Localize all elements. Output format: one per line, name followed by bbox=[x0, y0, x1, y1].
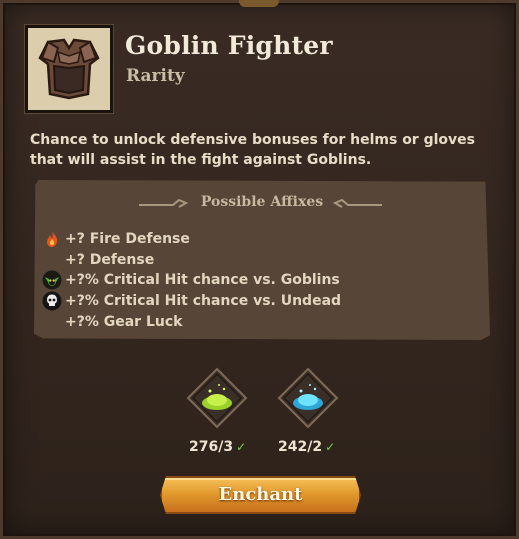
affix-text: +?% Critical Hit chance vs. Undead bbox=[65, 293, 342, 309]
material-count: 276/3 ✓ bbox=[189, 439, 246, 455]
check-icon: ✓ bbox=[236, 440, 247, 454]
affix-text: +? Defense bbox=[65, 252, 155, 268]
affix-text: +?% Critical Hit chance vs. Goblins bbox=[65, 272, 340, 288]
item-title: Goblin Fighter bbox=[125, 31, 333, 60]
enchant-button[interactable]: Enchant bbox=[160, 476, 361, 514]
header-ornament-right-icon bbox=[332, 198, 382, 208]
material-count: 242/2 ✓ bbox=[278, 439, 335, 455]
panel-notch bbox=[239, 0, 279, 7]
goblin-icon bbox=[42, 270, 62, 290]
material-count-value: 276/3 bbox=[189, 439, 234, 455]
affix-list-box: Possible Affixes +? Fire Defense +? Defe… bbox=[34, 180, 490, 340]
item-icon-frame bbox=[25, 25, 113, 113]
affix-text: +? Fire Defense bbox=[65, 231, 190, 247]
fire-icon bbox=[47, 231, 58, 247]
affix-header: Possible Affixes bbox=[200, 194, 324, 210]
affix-text: +?% Gear Luck bbox=[65, 314, 183, 330]
skull-icon bbox=[42, 291, 62, 311]
chest-armor-icon bbox=[28, 28, 110, 110]
item-description: Chance to unlock defensive bonuses for h… bbox=[30, 132, 475, 168]
blue-dust-icon bbox=[277, 367, 339, 429]
enchant-panel: Goblin Fighter Rarity Chance to unlock d… bbox=[0, 0, 519, 539]
check-icon: ✓ bbox=[325, 440, 336, 454]
green-dust-icon bbox=[186, 367, 248, 429]
item-rarity: Rarity bbox=[126, 66, 185, 86]
material-count-value: 242/2 bbox=[278, 439, 323, 455]
